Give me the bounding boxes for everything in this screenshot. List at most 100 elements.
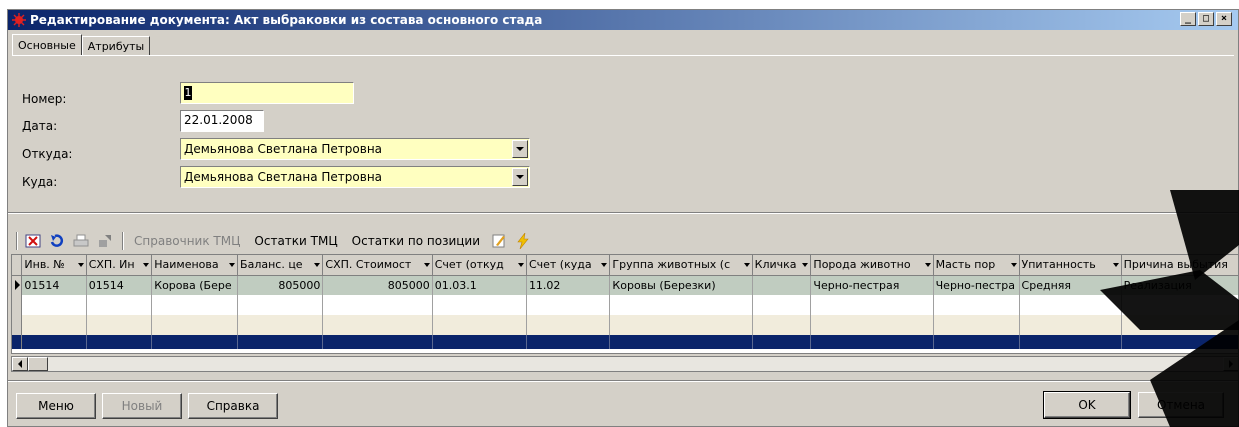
table-row[interactable] [12,315,1238,335]
empty-cell[interactable] [1121,335,1238,349]
empty-cell[interactable] [86,315,153,335]
cell-name[interactable]: Корова (Бере [151,275,239,295]
catalog-link[interactable]: Справочник ТМЦ [134,234,240,248]
empty-cell[interactable] [1019,315,1122,335]
empty-cell[interactable] [810,335,934,349]
refresh-icon[interactable] [48,232,66,250]
table-row-selected[interactable] [12,335,1238,349]
empty-cell[interactable] [237,295,324,315]
tab-attributes[interactable]: Атрибуты [81,36,151,56]
empty-cell[interactable] [432,295,527,315]
empty-cell[interactable] [237,335,324,349]
empty-cell[interactable] [810,315,934,335]
scroll-right-button[interactable] [1223,357,1238,371]
empty-cell[interactable] [432,315,527,335]
position-stock-link[interactable]: Остатки по позиции [352,234,480,248]
cell-breed[interactable]: Черно-пестрая [810,275,934,295]
empty-cell[interactable] [609,315,753,335]
column-dropdown-icon[interactable] [1010,263,1017,267]
column-dropdown-icon[interactable] [423,263,430,267]
to-dropdown-button[interactable] [512,168,528,186]
empty-cell[interactable] [933,315,1020,335]
cell-account-from[interactable]: 01.03.1 [432,275,527,295]
ok-button[interactable]: OK [1043,391,1131,419]
column-dropdown-icon[interactable] [77,263,84,267]
lightning-icon[interactable] [514,232,532,250]
column-dropdown-icon[interactable] [601,263,608,267]
empty-cell[interactable] [810,295,934,315]
section-splitter[interactable] [8,212,1238,214]
empty-cell[interactable] [21,295,87,315]
column-header[interactable]: СХП. Стоимост [322,255,433,276]
title-bar[interactable]: Редактирование документа: Акт выбраковки… [8,10,1238,30]
column-dropdown-icon[interactable] [229,263,236,267]
empty-cell[interactable] [752,335,812,349]
cell-account-to[interactable]: 11.02 [526,275,611,295]
column-dropdown-icon[interactable] [517,263,524,267]
scroll-thumb[interactable] [28,357,48,371]
empty-cell[interactable] [237,315,324,335]
column-header[interactable]: Наименова [151,255,239,276]
cell-color[interactable]: Черно-пестра [933,275,1020,295]
column-header[interactable]: Кличка [752,255,812,276]
new-button[interactable]: Новый [102,393,182,419]
empty-cell[interactable] [1019,335,1122,349]
cell-fatness[interactable]: Средняя [1019,275,1122,295]
empty-cell[interactable] [322,295,433,315]
empty-cell[interactable] [526,295,611,315]
column-dropdown-icon[interactable] [314,263,321,267]
to-combobox[interactable]: Демьянова Светлана Петровна [180,166,530,188]
cell-inv-number[interactable]: 01514 [21,275,87,295]
cell-shp-cost[interactable]: 805000 [322,275,433,295]
cell-reason[interactable]: Реализация [1121,275,1238,295]
empty-cell[interactable] [86,335,153,349]
tab-main[interactable]: Основные [12,34,82,56]
column-header[interactable]: Баланс. це [237,255,324,276]
help-button[interactable]: Справка [188,393,278,419]
items-grid[interactable]: Инв. № СХП. Ин Наименова Баланс. це СХП.… [11,254,1238,354]
table-row[interactable]: 01514 01514 Корова (Бере 805000 805000 0… [12,275,1238,295]
cancel-button[interactable]: Отмена [1138,392,1224,418]
edit-icon[interactable] [490,232,508,250]
import-icon[interactable] [96,232,114,250]
stock-link[interactable]: Остатки ТМЦ [254,234,337,248]
empty-cell[interactable] [1121,295,1238,315]
empty-cell[interactable] [609,335,753,349]
print-icon[interactable] [72,232,90,250]
column-dropdown-icon[interactable] [924,263,931,267]
empty-cell[interactable] [752,295,812,315]
column-dropdown-icon[interactable] [802,263,809,267]
cell-shp-inv[interactable]: 01514 [86,275,153,295]
empty-cell[interactable] [86,295,153,315]
horizontal-scrollbar[interactable] [11,356,1238,372]
empty-cell[interactable] [151,295,239,315]
empty-cell[interactable] [526,335,611,349]
column-header[interactable]: Группа животных (с [609,255,753,276]
cell-balance-price[interactable]: 805000 [237,275,324,295]
empty-cell[interactable] [1019,295,1122,315]
column-header[interactable]: Масть пор [933,255,1020,276]
empty-cell[interactable] [21,315,87,335]
date-field[interactable]: 22.01.2008 [180,110,264,132]
from-dropdown-button[interactable] [512,140,528,158]
empty-cell[interactable] [933,295,1020,315]
column-header[interactable]: Порода животно [810,255,934,276]
empty-cell[interactable] [322,335,433,349]
cell-animal-group[interactable]: Коровы (Березки) [609,275,753,295]
empty-cell[interactable] [151,335,239,349]
table-row[interactable] [12,295,1238,315]
column-dropdown-icon[interactable] [143,263,150,267]
maximize-button[interactable]: □ [1198,12,1214,26]
cell-nickname[interactable] [752,275,812,295]
empty-cell[interactable] [151,315,239,335]
column-header[interactable]: Счет (откуд [432,255,527,276]
from-combobox[interactable]: Демьянова Светлана Петровна [180,138,530,160]
column-dropdown-icon[interactable] [743,263,750,267]
empty-cell[interactable] [322,315,433,335]
column-dropdown-icon[interactable] [1112,263,1119,267]
empty-cell[interactable] [609,295,753,315]
scroll-left-button[interactable] [12,357,28,371]
column-header[interactable]: Причина выбытия [1121,255,1238,276]
empty-cell[interactable] [432,335,527,349]
close-button[interactable]: × [1216,12,1232,26]
